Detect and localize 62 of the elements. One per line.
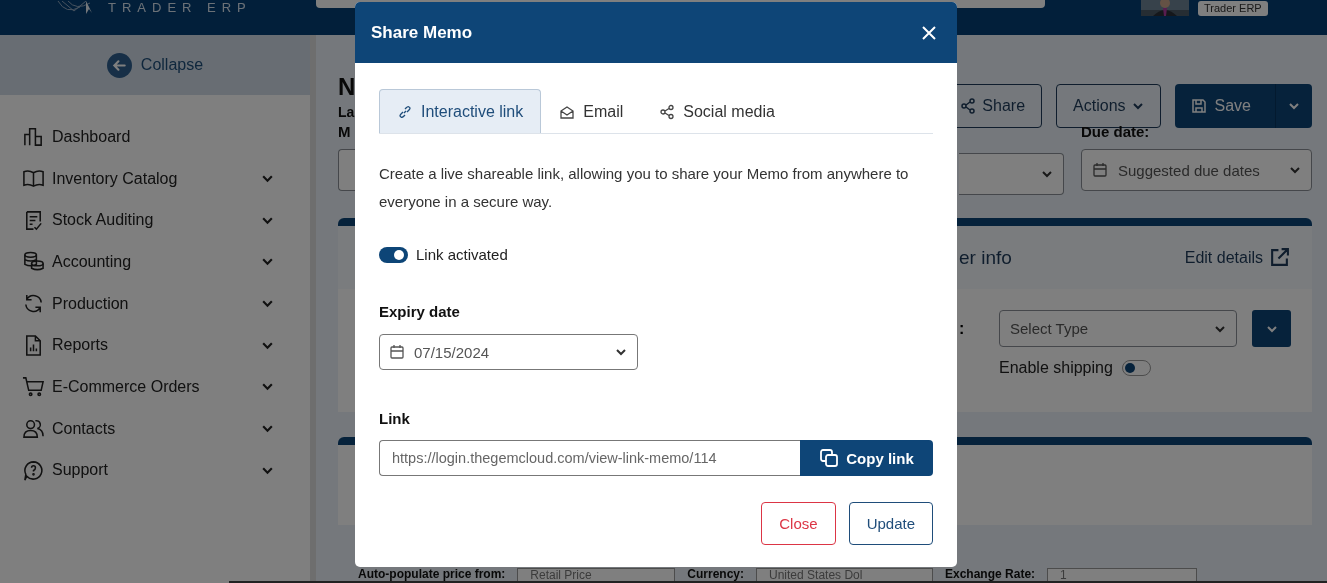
type-select[interactable]: Select Type (999, 310, 1237, 347)
sidebar-item[interactable]: Contacts (0, 407, 310, 450)
users-icon (22, 417, 45, 441)
cart-icon (22, 375, 45, 399)
price-select[interactable]: Retail Price (517, 568, 676, 581)
collapse-button[interactable]: Collapse (106, 52, 204, 78)
help-icon (22, 458, 45, 482)
chevron-down-icon (1288, 100, 1300, 112)
close-icon[interactable] (921, 24, 937, 41)
tab[interactable]: Email (541, 89, 642, 133)
page-subtitle: La (338, 104, 355, 120)
link-toggle[interactable] (379, 246, 408, 263)
due-date-select[interactable]: Suggested due dates (1081, 149, 1312, 191)
field-label: Link (379, 410, 410, 427)
sidebar-item[interactable]: Production (0, 282, 310, 325)
description-text: Create a live shareable link, allowing you to share your Memo from anywhere to everyone in a secure way. (379, 164, 910, 212)
sidebar-item[interactable]: Reports (0, 324, 310, 367)
account-badge: Trader ERP (1198, 1, 1268, 16)
chevron-down-icon (1041, 168, 1053, 180)
copy-icon (819, 448, 840, 468)
save-button[interactable]: Save (1174, 84, 1276, 128)
tab[interactable]: Social media (641, 89, 793, 133)
dialog-title: Share Memo (371, 22, 473, 43)
select-field[interactable] (959, 153, 1064, 195)
shipping-toggle[interactable] (1121, 360, 1151, 376)
expiry-date-field[interactable]: 07/15/2024 (379, 334, 638, 370)
sidebar-item[interactable]: Stock Auditing (0, 199, 310, 242)
toggle-label: Enable shipping (999, 359, 1113, 377)
link-field[interactable]: https://login.thegemcloud.com/view-link-memo/114 (379, 440, 800, 476)
field-label: Expiry date (379, 303, 460, 320)
dialog-button[interactable]: Update (848, 502, 933, 545)
sidebar-item[interactable]: E-Commerce Orders (0, 366, 310, 408)
actions-button[interactable]: Actions (1056, 84, 1161, 128)
page-title: N (338, 73, 355, 101)
currency-select[interactable]: United States Dol (756, 568, 933, 581)
share-icon (960, 98, 977, 114)
link-icon (397, 103, 413, 120)
exchange-rate-field[interactable]: 1 (1047, 568, 1198, 581)
chevron-down-icon (615, 346, 627, 358)
field-label: Currency: (687, 568, 744, 581)
chevron-down-icon (1289, 164, 1301, 176)
sidebar-item[interactable]: Dashboard (0, 116, 310, 158)
copy-link-button[interactable]: Copy link (800, 440, 933, 476)
edit-details-link[interactable]: Edit details (1184, 247, 1290, 268)
field-label: Auto-populate price from: (358, 568, 506, 581)
dialog-button[interactable]: Close (761, 502, 836, 545)
calendar-icon (389, 344, 405, 360)
card-title: er info (959, 246, 1013, 269)
bar-chart-icon (22, 125, 45, 149)
field-label: M (338, 123, 352, 140)
field-label: Exchange Rate: (945, 568, 1036, 581)
toggle-label: Link activated (416, 246, 508, 263)
logo-text: TRADER ERP (108, 1, 252, 15)
sidebar-item[interactable]: Support (0, 449, 310, 492)
calendar-icon (1092, 162, 1108, 178)
chevron-down-icon (1131, 100, 1144, 112)
share-icon (659, 103, 676, 120)
sidebar-item[interactable]: Inventory Catalog (0, 157, 310, 200)
tab[interactable]: Interactive link (379, 89, 542, 133)
type-label: : (959, 319, 966, 338)
sidebar-item[interactable]: Accounting (0, 241, 310, 283)
external-link-icon (1269, 247, 1290, 268)
